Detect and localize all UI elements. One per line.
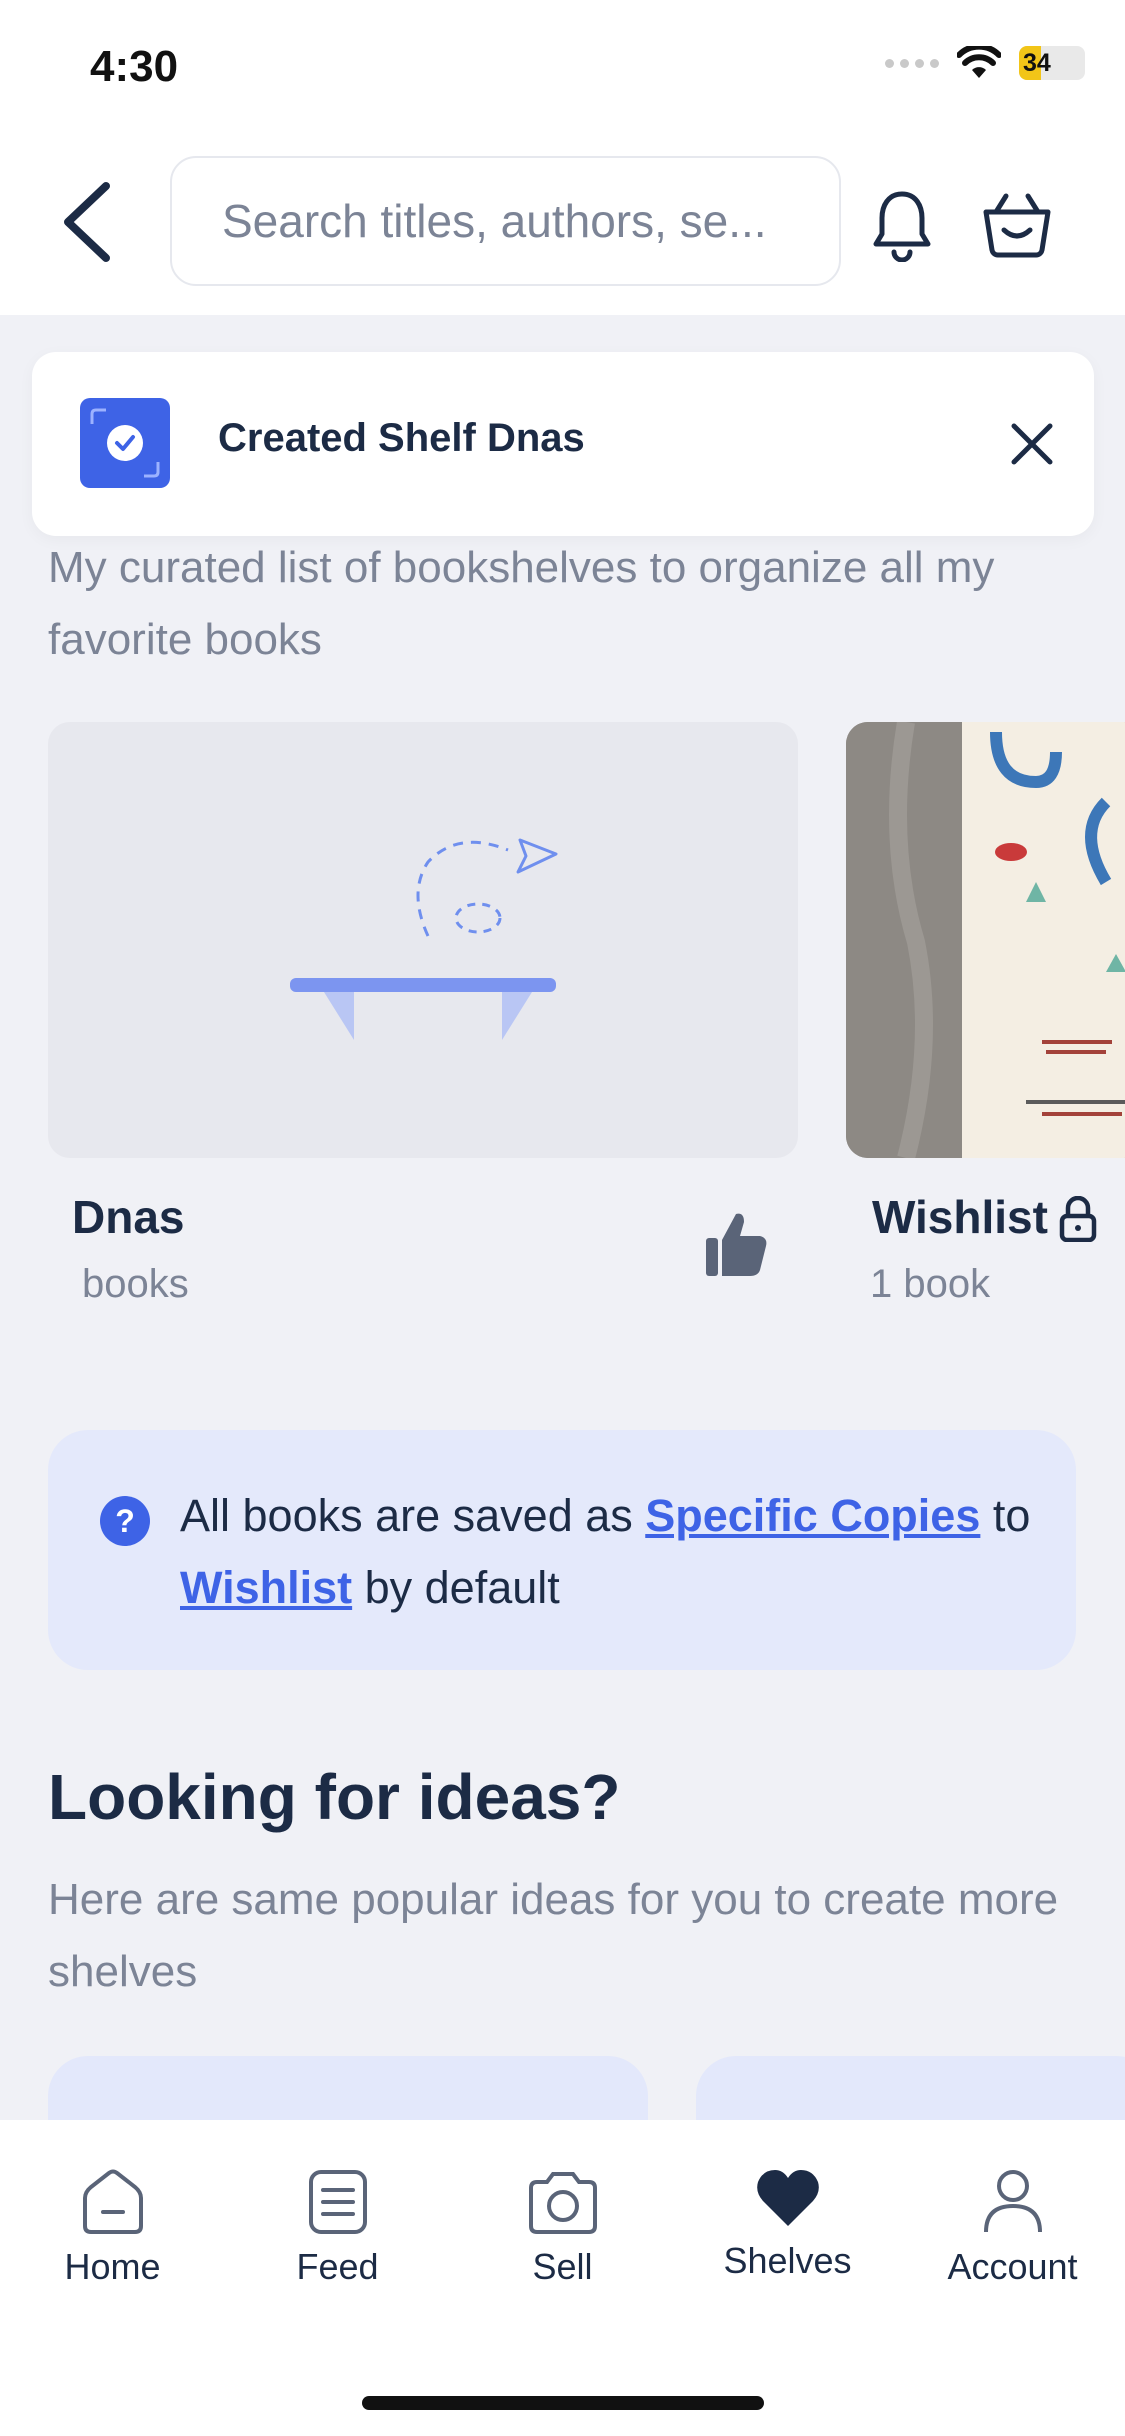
wifi-icon [957, 46, 1001, 78]
home-indicator[interactable] [362, 2396, 764, 2410]
camera-icon [528, 2172, 597, 2234]
back-arrow-icon[interactable] [58, 180, 112, 264]
thumbs-up-icon[interactable] [704, 1210, 768, 1278]
shelf-card-wishlist[interactable] [846, 722, 1125, 1158]
feed-icon [308, 2170, 367, 2234]
toast-notification: Created Shelf Dnas [32, 352, 1094, 536]
info-text: All books are saved as Specific Copies t… [180, 1490, 1031, 1613]
signal-icon [885, 58, 939, 68]
book-cover-image [846, 722, 1125, 1158]
nav-sell[interactable]: Sell [450, 2120, 675, 2320]
home-icon [82, 2169, 143, 2234]
battery-icon: 34 [1019, 46, 1085, 80]
ideas-heading: Looking for ideas? [48, 1761, 621, 1833]
specific-copies-link[interactable]: Specific Copies [645, 1490, 980, 1541]
battery-level: 34 [1023, 49, 1051, 77]
nav-label: Home [64, 2246, 161, 2287]
shelves-description: My curated list of bookshelves to organi… [48, 543, 995, 664]
shelf-book-count: 1 book [870, 1262, 991, 1306]
search-input[interactable] [170, 156, 841, 286]
nav-home[interactable]: Home [0, 2120, 225, 2320]
bell-icon[interactable] [872, 188, 932, 262]
nav-feed[interactable]: Feed [225, 2120, 450, 2320]
nav-label: Shelves [723, 2240, 852, 2281]
close-icon[interactable] [1000, 412, 1064, 476]
shelf-book-count: books [82, 1262, 189, 1306]
nav-label: Feed [296, 2246, 379, 2287]
status-time: 4:30 [90, 42, 179, 91]
lock-icon [1059, 1196, 1097, 1242]
account-icon [983, 2170, 1042, 2233]
shelf-name[interactable]: Dnas [72, 1190, 184, 1244]
nav-label: Sell [532, 2246, 593, 2287]
toast-message: Created Shelf Dnas [218, 416, 585, 460]
empty-shelf-illustration [290, 838, 558, 1040]
bottom-nav: Home Feed Sell Shelves Account [0, 2120, 1125, 2436]
info-banner: ? All books are saved as Specific Copies… [48, 1430, 1076, 1670]
status-icons: 34 [885, 46, 1085, 80]
nav-label: Account [947, 2246, 1078, 2287]
question-icon[interactable]: ? [100, 1496, 150, 1546]
check-badge-icon [80, 398, 170, 488]
basket-icon[interactable] [982, 190, 1052, 258]
nav-shelves[interactable]: Shelves [675, 2120, 900, 2320]
nav-account[interactable]: Account [900, 2120, 1125, 2320]
ideas-subtitle: Here are same popular ideas for you to c… [48, 1875, 1059, 1996]
shelf-name[interactable]: Wishlist [872, 1190, 1048, 1244]
shelf-card-dnas[interactable] [48, 722, 798, 1158]
heart-icon [756, 2170, 819, 2226]
wishlist-link[interactable]: Wishlist [180, 1562, 352, 1613]
